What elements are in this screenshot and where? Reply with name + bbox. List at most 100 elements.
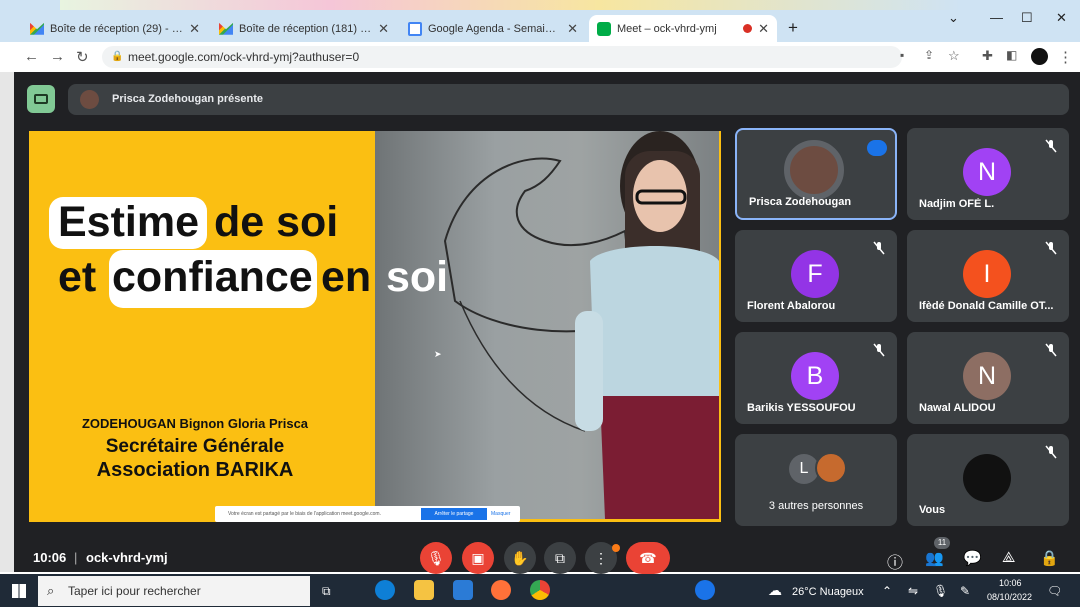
muted-mic-icon <box>873 241 885 255</box>
browser-tab-strip: Boîte de réception (29) - balogou ✕ Boît… <box>0 0 1080 42</box>
activities-icon[interactable]: ⟁ <box>1002 549 1015 566</box>
muted-mic-icon <box>1045 139 1057 153</box>
participant-tile-nadjim[interactable]: N Nadjim OFÈ L. <box>907 128 1069 220</box>
participant-avatar <box>784 140 844 200</box>
extensions-icon[interactable]: ✚ <box>982 48 993 64</box>
slide-role: Secrétaire Générale <box>105 436 285 457</box>
bookmark-star-icon[interactable]: ☆ <box>948 48 960 64</box>
presenting-banner: Prisca Zodehougan présente <box>68 84 1069 115</box>
tab-search-icon[interactable]: ⌄ <box>948 10 959 26</box>
calendar-icon <box>408 21 422 36</box>
camera-icon[interactable]: ▪ <box>900 48 904 62</box>
participant-tile-prisca[interactable]: Prisca Zodehougan <box>735 128 897 220</box>
weather-cloud-icon: ☁ <box>768 582 782 598</box>
maximize-icon[interactable]: ☐ <box>1021 10 1033 26</box>
firefox-icon[interactable] <box>491 580 511 600</box>
file-explorer-icon[interactable] <box>414 580 434 600</box>
taskbar-search[interactable]: ⌕ Taper ici pour rechercher <box>38 576 310 606</box>
recording-dot-icon <box>743 24 753 33</box>
pen-icon[interactable]: ✎ <box>960 584 970 598</box>
muted-mic-icon <box>873 343 885 357</box>
hand-icon: ✋ <box>511 549 529 566</box>
help-icon[interactable] <box>695 580 715 600</box>
host-controls-icon[interactable]: 🔒 <box>1040 549 1059 567</box>
notification-dot <box>612 544 620 552</box>
url-bar[interactable]: 🔒 meet.google.com/ock-vhrd-ymj?authuser=… <box>102 46 902 68</box>
present-icon: ⧉ <box>555 549 565 566</box>
tab-gmail-balogou[interactable]: Boîte de réception (29) - balogou ✕ <box>22 15 208 42</box>
camera-off-icon: ▣ <box>471 549 485 566</box>
hang-up-icon: ☎ <box>639 549 657 566</box>
weather-text[interactable]: 26°C Nuageux <box>792 586 864 598</box>
more-vert-icon: ⋮ <box>594 549 608 566</box>
notifications-icon[interactable]: 🗨 <box>1047 584 1062 598</box>
sidepanel-icon[interactable]: ◧ <box>1006 48 1017 62</box>
lock-icon: 🔒 <box>111 51 124 62</box>
participant-tile-self[interactable]: Vous <box>907 434 1069 526</box>
slide-title-en: en <box>321 253 372 301</box>
slide-title-de-soi: de soi <box>214 198 339 246</box>
slide-title-word-estime: Estime <box>58 198 200 246</box>
reload-icon[interactable]: ↻ <box>76 48 89 66</box>
participant-tile-nawal[interactable]: N Nawal ALIDOU <box>907 332 1069 424</box>
chrome-icon[interactable] <box>530 580 550 600</box>
tab-gmail-florenc[interactable]: Boîte de réception (181) - florenc ✕ <box>211 15 397 42</box>
clock-time[interactable]: 10:06 <box>999 578 1022 588</box>
participant-tile-florent[interactable]: F Florent Abalorou <box>735 230 897 322</box>
clock-date[interactable]: 08/10/2022 <box>987 592 1032 602</box>
chat-icon[interactable]: 💬 <box>963 549 982 567</box>
participant-avatar <box>815 452 847 484</box>
meeting-info-icon[interactable]: ⓘ <box>887 549 903 573</box>
tab-meet[interactable]: Meet – ock-vhrd-ymj ✕ <box>589 15 777 42</box>
windows-start-icon[interactable] <box>12 584 26 598</box>
forward-icon[interactable]: → <box>50 48 65 65</box>
close-tab-icon[interactable]: ✕ <box>567 21 578 37</box>
hide-notice-button[interactable]: Masquer <box>491 511 510 517</box>
mic-off-button[interactable]: 🎙 <box>420 542 452 574</box>
speaking-indicator-icon <box>867 140 887 156</box>
tab-google-agenda[interactable]: Google Agenda - Semaine du 11 ✕ <box>400 15 586 42</box>
mouse-cursor-icon: ➤ <box>434 349 442 359</box>
slide-photo <box>375 131 719 519</box>
mic-off-icon: 🎙 <box>427 549 445 566</box>
close-tab-icon[interactable]: ✕ <box>758 21 769 37</box>
participant-tile-others[interactable]: L 3 autres personnes <box>735 434 897 526</box>
edge-icon[interactable] <box>375 580 395 600</box>
participant-tile-barikis[interactable]: B Barikis YESSOUFOU <box>735 332 897 424</box>
present-now-button[interactable]: ⧉ <box>544 542 576 574</box>
participant-tile-ifede[interactable]: I Ifèdé Donald Camille OT... <box>907 230 1069 322</box>
separator: | <box>74 550 78 565</box>
back-icon[interactable]: ← <box>24 48 39 65</box>
close-tab-icon[interactable]: ✕ <box>378 21 389 37</box>
raise-hand-button[interactable]: ✋ <box>504 542 536 574</box>
profile-avatar[interactable] <box>1031 48 1048 65</box>
self-avatar <box>963 454 1011 502</box>
end-call-button[interactable]: ☎ <box>626 542 670 574</box>
new-tab-button[interactable]: + <box>788 18 798 38</box>
store-icon[interactable] <box>453 580 473 600</box>
slide-illustration <box>443 131 719 519</box>
people-icon[interactable]: 👥 <box>925 549 944 567</box>
share-icon[interactable]: ⇪ <box>924 48 934 62</box>
network-icon[interactable]: ⇋ <box>908 584 918 598</box>
stop-sharing-button[interactable]: Arrêter le partage <box>421 508 487 520</box>
slide-title-soi: soi <box>386 253 449 301</box>
present-screen-icon[interactable] <box>27 85 55 113</box>
menu-icon[interactable]: ⋮ <box>1058 48 1073 66</box>
mic-tray-icon[interactable]: 🎙 <box>933 584 948 598</box>
close-window-icon[interactable]: ✕ <box>1056 10 1067 26</box>
chevron-up-icon[interactable]: ⌃ <box>882 584 892 598</box>
muted-mic-icon <box>1045 241 1057 255</box>
meeting-code: ock-vhrd-ymj <box>86 550 168 565</box>
minimize-icon[interactable]: — <box>990 10 1003 25</box>
muted-mic-icon <box>1045 343 1057 357</box>
close-tab-icon[interactable]: ✕ <box>189 21 200 37</box>
meeting-time: 10:06 <box>33 550 67 565</box>
task-view-icon[interactable]: ⧉ <box>322 584 331 599</box>
address-toolbar: ← → ↻ 🔒 meet.google.com/ock-vhrd-ymj?aut… <box>14 42 1080 72</box>
gmail-icon <box>219 22 233 35</box>
camera-off-button[interactable]: ▣ <box>462 542 494 574</box>
meet-icon <box>597 21 611 36</box>
search-icon: ⌕ <box>47 583 55 598</box>
muted-mic-icon <box>1045 445 1057 459</box>
